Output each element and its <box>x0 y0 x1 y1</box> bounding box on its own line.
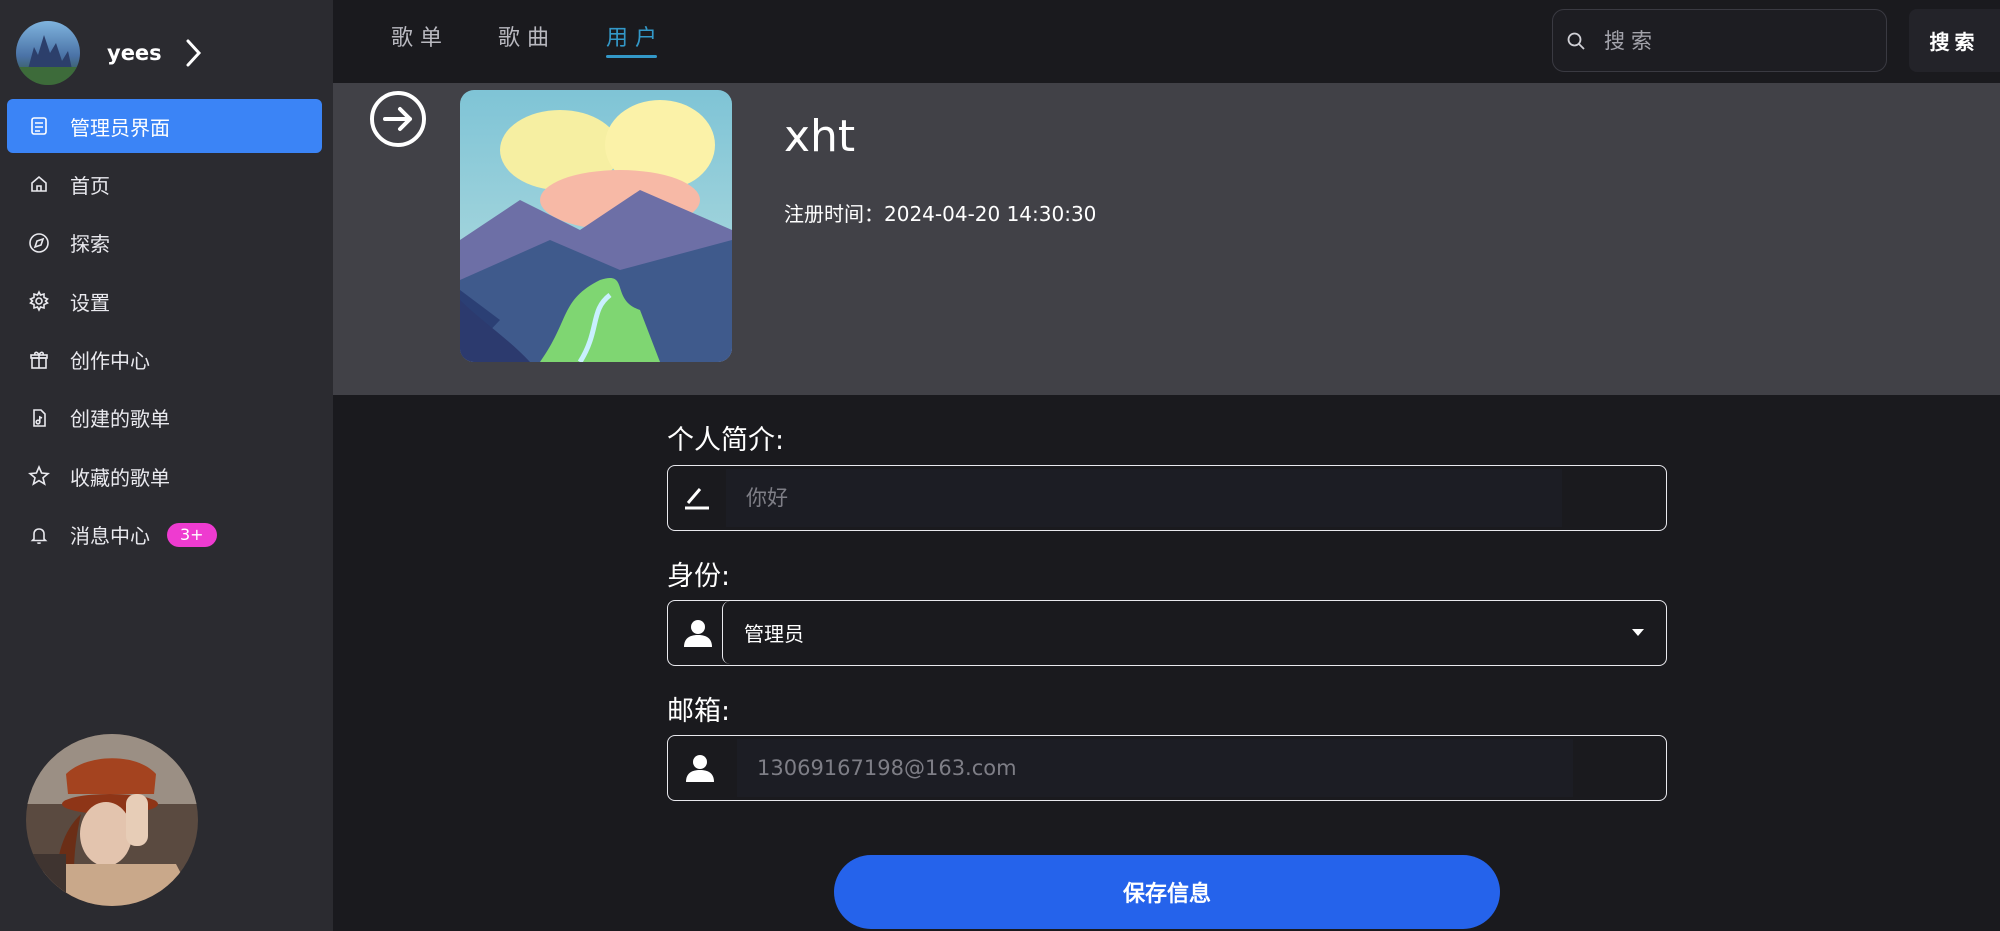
tab-songs[interactable]: 歌曲 <box>498 20 556 52</box>
user-name: yees <box>107 41 162 65</box>
email-field <box>667 735 1667 801</box>
sidebar-item-created-playlists[interactable]: 创建的歌单 <box>7 391 322 445</box>
sidebar-item-label: 探索 <box>70 232 110 257</box>
tab-users[interactable]: 用户 <box>606 20 665 58</box>
search-box <box>1552 9 1887 72</box>
arrow-right-circle-icon[interactable] <box>369 90 427 148</box>
sidebar-item-settings[interactable]: 设置 <box>7 274 322 328</box>
tab-users-label: 用户 <box>606 26 665 51</box>
registration-time: 注册时间：2024-04-20 14:30:30 <box>784 202 1097 226</box>
bell-icon <box>27 523 51 547</box>
email-input[interactable] <box>737 739 1573 797</box>
user-avatar <box>16 21 80 85</box>
role-field: 管理员 <box>667 600 1667 666</box>
sidebar-menu: 管理员界面 首页 探索 设置 创作中心 创建的歌单 收藏的歌单 消息中心 3+ <box>7 99 322 566</box>
music-file-icon <box>27 406 51 430</box>
sidebar-item-messages[interactable]: 消息中心 3+ <box>7 508 322 562</box>
sidebar-item-label: 首页 <box>70 173 110 198</box>
user-profile-link[interactable]: yees <box>16 21 202 85</box>
sidebar-item-label: 设置 <box>70 290 110 315</box>
bio-field <box>667 465 1667 531</box>
bio-input[interactable] <box>726 469 1562 527</box>
sidebar-item-creator[interactable]: 创作中心 <box>7 333 322 387</box>
sidebar-item-home[interactable]: 首页 <box>7 157 322 211</box>
bio-label: 个人简介: <box>667 425 785 456</box>
role-label: 身份: <box>667 561 731 592</box>
search-button[interactable]: 搜索 <box>1909 9 2000 72</box>
tab-active-indicator <box>606 55 658 58</box>
admin-icon <box>27 114 51 138</box>
sidebar-item-label: 消息中心 <box>70 524 150 549</box>
sidebar-item-label: 收藏的歌单 <box>70 465 170 490</box>
sidebar-item-explore[interactable]: 探索 <box>7 216 322 270</box>
tab-playlists[interactable]: 歌单 <box>391 20 449 52</box>
pencil-icon <box>682 466 712 530</box>
notification-badge: 3+ <box>167 522 217 547</box>
profile-cover-image <box>460 90 732 362</box>
sidebar-item-label: 管理员界面 <box>70 115 170 140</box>
sidebar: yees 管理员界面 首页 探索 设置 创作中心 创建的歌单 收藏的歌单 消息中… <box>0 0 333 931</box>
role-select[interactable]: 管理员 <box>722 601 1666 664</box>
role-select-value: 管理员 <box>744 622 804 646</box>
email-label: 邮箱: <box>667 696 731 727</box>
user-icon <box>684 736 716 800</box>
sidebar-item-favorite-playlists[interactable]: 收藏的歌单 <box>7 449 322 503</box>
user-icon <box>682 601 714 665</box>
sidebar-item-label: 创建的歌单 <box>70 407 170 432</box>
sidebar-item-label: 创作中心 <box>70 349 150 374</box>
profile-banner: xht 注册时间：2024-04-20 14:30:30 <box>333 83 2000 395</box>
home-icon <box>27 172 51 196</box>
caret-down-icon <box>1632 629 1644 636</box>
save-info-button[interactable]: 保存信息 <box>834 855 1500 929</box>
search-input[interactable] <box>1604 28 1864 53</box>
compass-icon <box>27 231 51 255</box>
profile-name: xht <box>784 111 856 162</box>
gear-icon <box>27 289 51 313</box>
chevron-right-icon <box>184 38 204 72</box>
sidebar-item-admin[interactable]: 管理员界面 <box>7 99 322 153</box>
search-icon <box>1564 29 1588 53</box>
now-playing-cover[interactable] <box>26 734 198 906</box>
star-icon <box>27 464 51 488</box>
gift-icon <box>27 348 51 372</box>
